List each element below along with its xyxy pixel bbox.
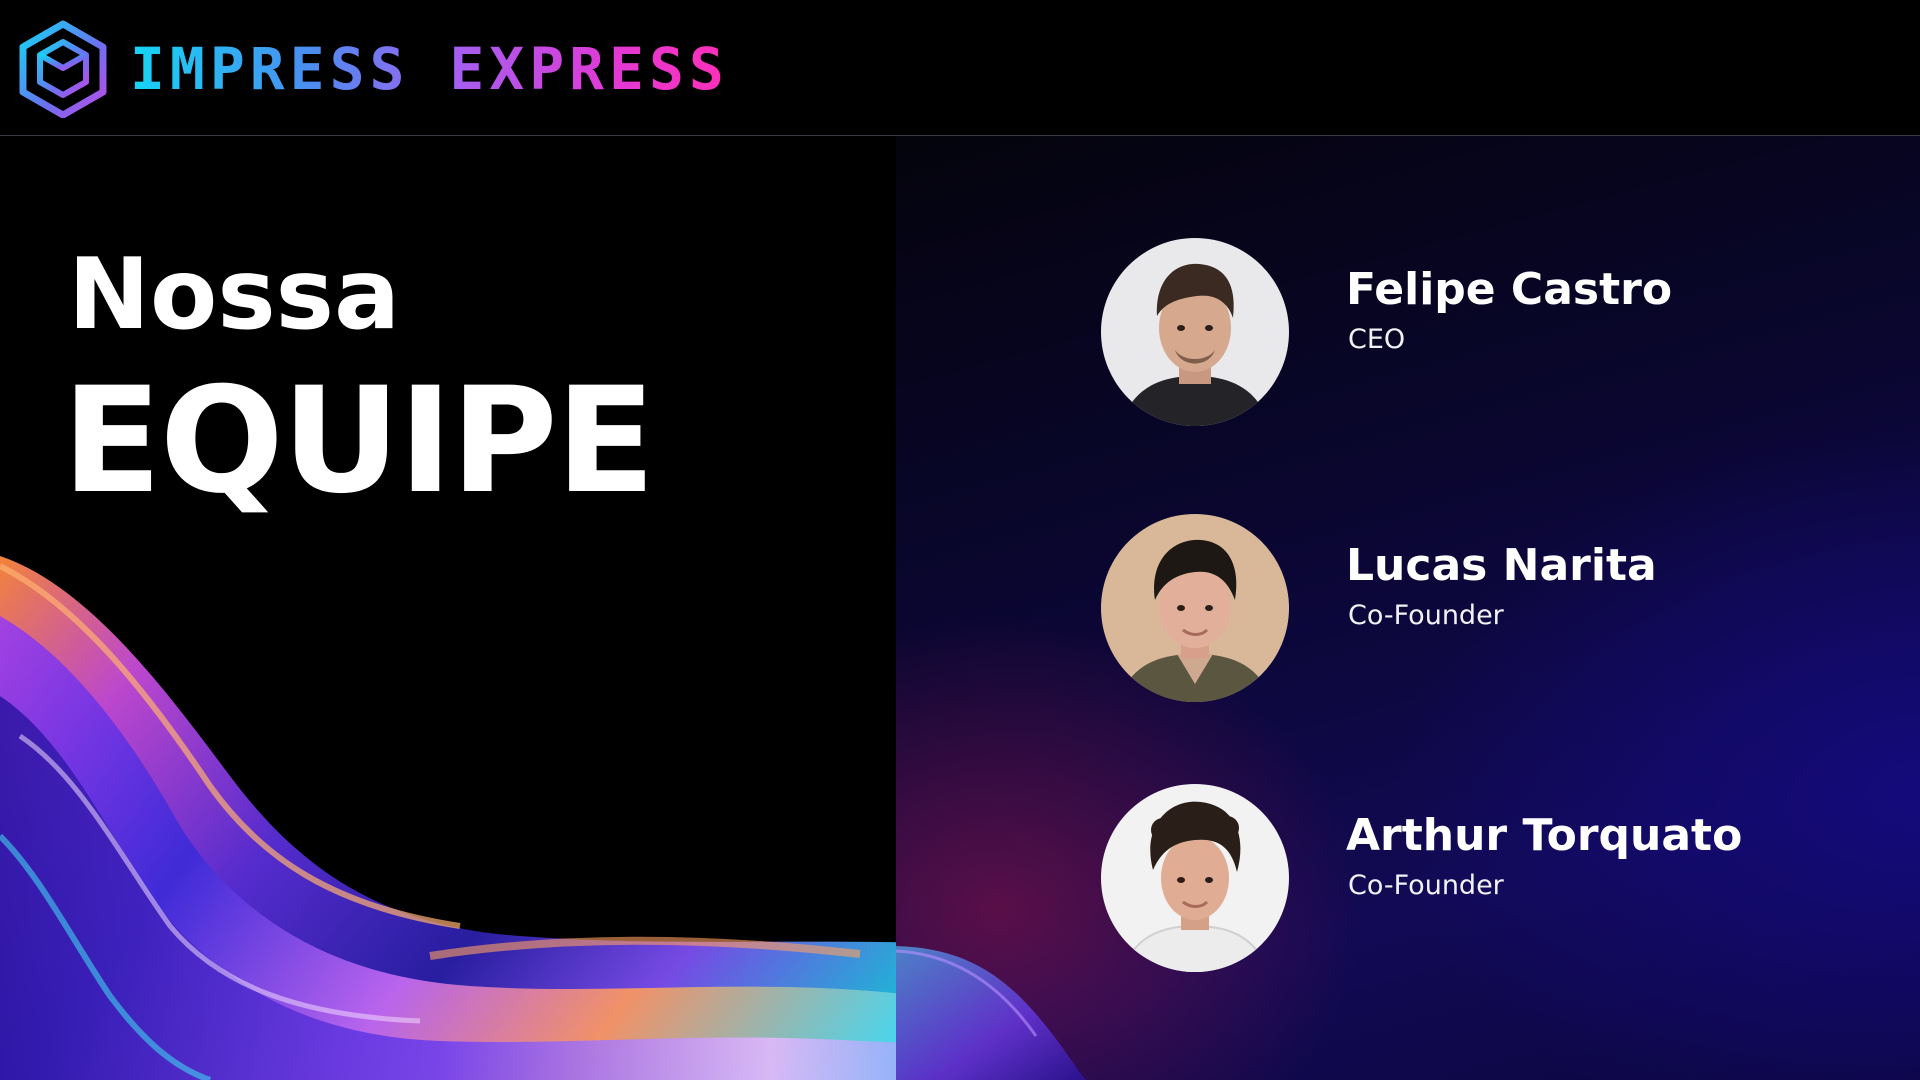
member-name: Lucas Narita — [1346, 540, 1657, 591]
team-member-arthur: Arthur Torquato Co-Founder — [1101, 784, 1861, 974]
team-panel: Felipe Castro CEO Lucas Narita Co-Founde… — [896, 136, 1920, 1080]
team-member-lucas: Lucas Narita Co-Founder — [1101, 514, 1861, 704]
left-panel: Nossa EQUIPE — [0, 136, 896, 1080]
person-photo-icon — [1101, 514, 1289, 702]
title-nossa: Nossa — [68, 238, 401, 352]
member-role: CEO — [1348, 324, 1406, 355]
member-name: Arthur Torquato — [1346, 810, 1743, 861]
title-equipe: EQUIPE — [62, 356, 655, 526]
cube-logo-icon — [18, 20, 108, 119]
brand-name: IMPRESS EXPRESS — [130, 35, 729, 103]
header-bar: IMPRESS EXPRESS — [0, 0, 1920, 136]
member-role: Co-Founder — [1348, 870, 1504, 901]
person-photo-icon — [1101, 238, 1289, 426]
person-photo-icon — [1101, 784, 1289, 972]
member-role: Co-Founder — [1348, 600, 1504, 631]
team-member-felipe: Felipe Castro CEO — [1101, 238, 1861, 428]
member-name: Felipe Castro — [1346, 264, 1673, 315]
team-slide: IMPRESS EXPRESS Nossa EQUIPE Felipe Cast… — [0, 0, 1920, 1080]
